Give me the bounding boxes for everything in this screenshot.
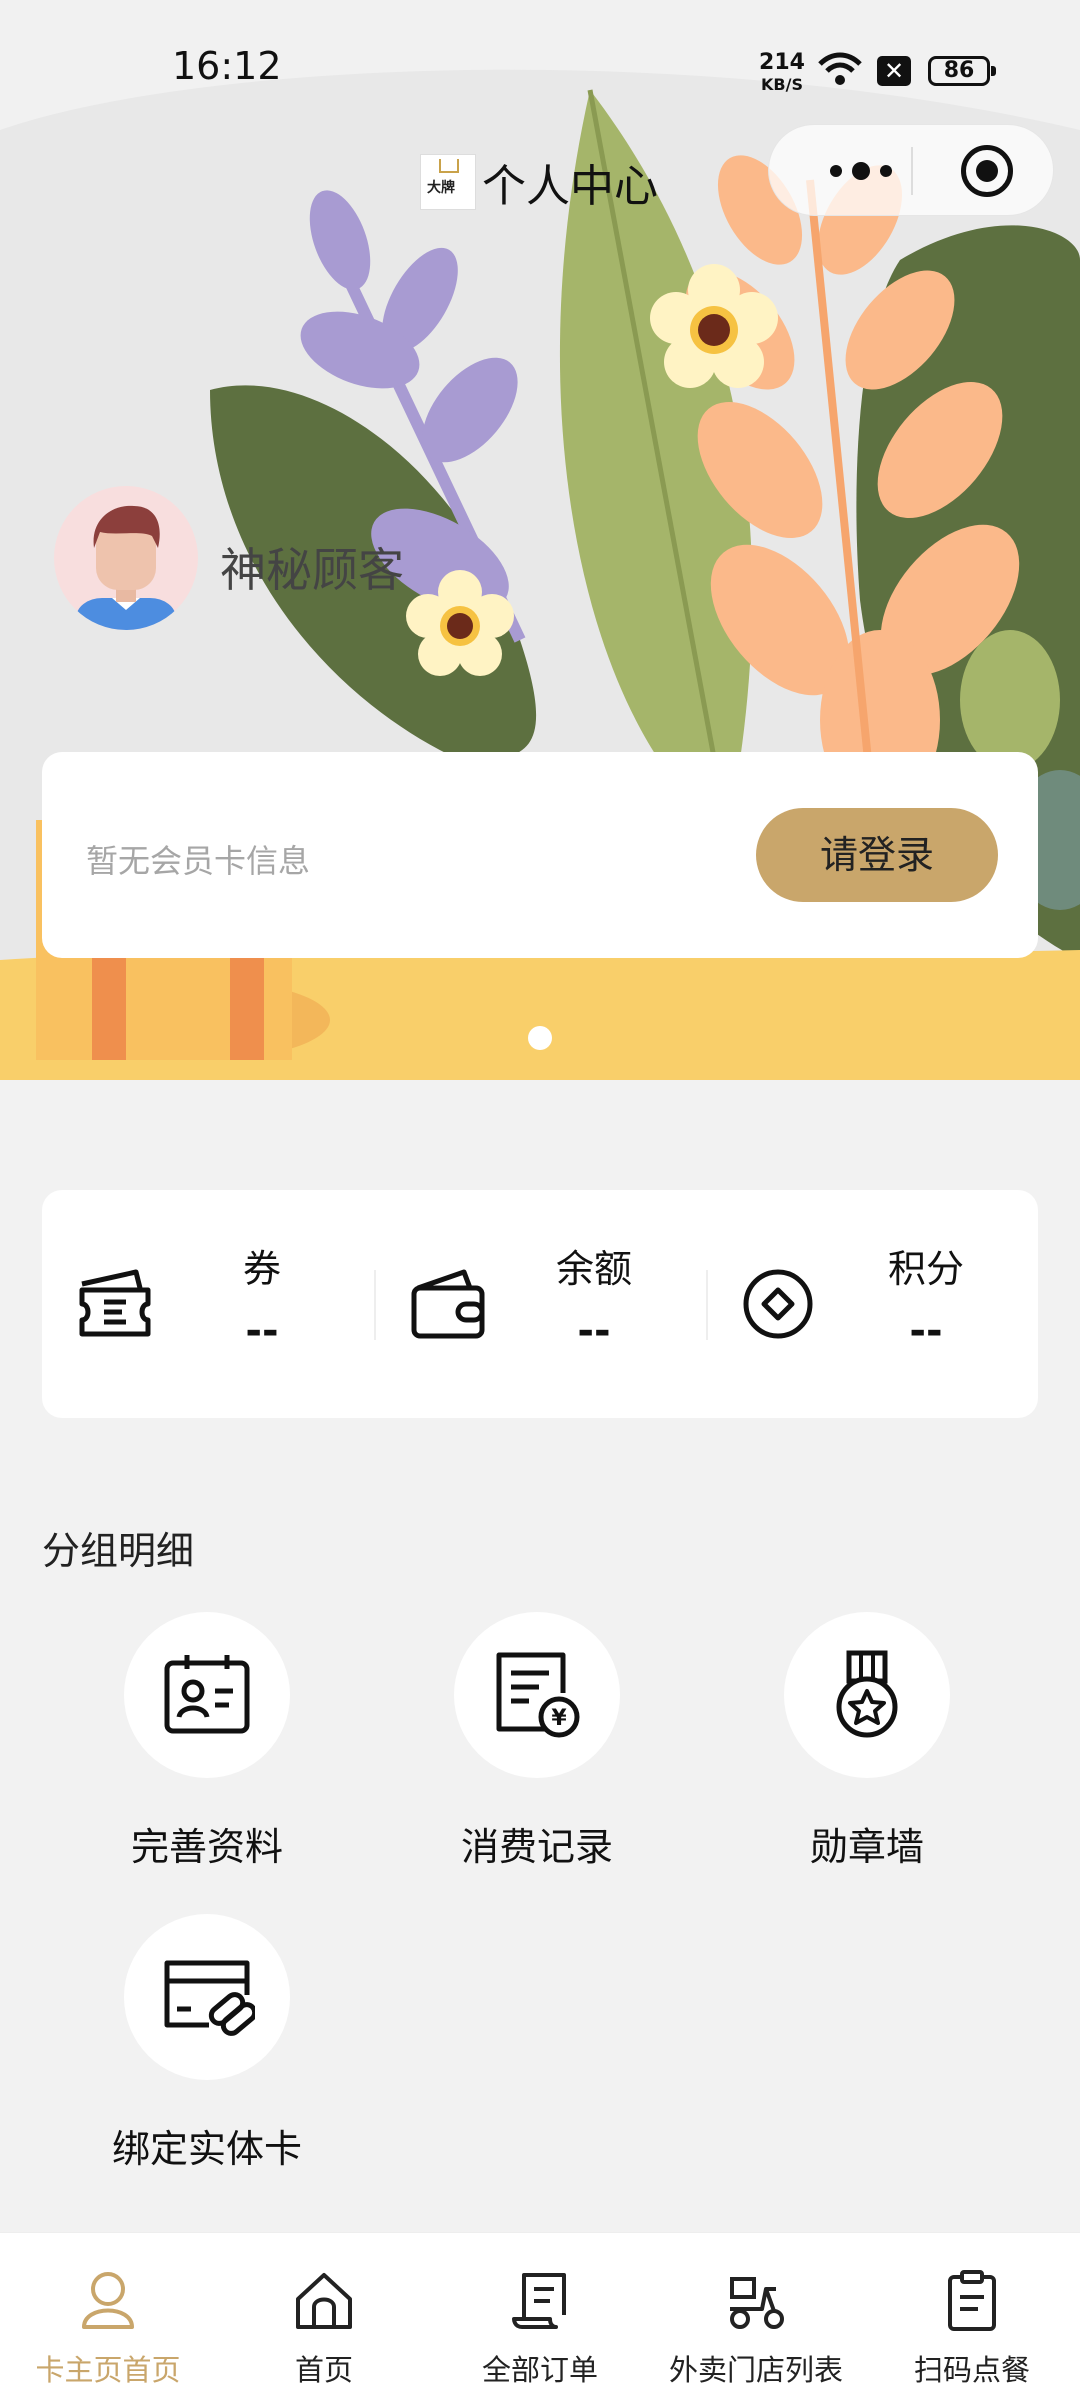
grid-item-label: 绑定实体卡 xyxy=(111,2127,302,2171)
tab-card-home[interactable]: 卡主页首页 xyxy=(0,2233,216,2400)
grid-item-bind-card[interactable]: 绑定实体卡 xyxy=(42,1914,372,2184)
delivery-icon xyxy=(730,2277,784,2329)
asset-label: 余额 xyxy=(555,1247,632,1291)
tab-label: 扫码点餐 xyxy=(913,2353,1030,2387)
miniprogram-capsule xyxy=(768,124,1054,216)
profile-card-icon xyxy=(164,1655,250,1734)
clipboard-icon xyxy=(948,2270,996,2331)
asset-points[interactable]: 积分 -- xyxy=(706,1190,1038,1418)
grid-icon-circle xyxy=(124,1612,290,1778)
carousel-indicator xyxy=(528,1026,552,1050)
asset-value: -- xyxy=(909,1308,943,1354)
tab-label: 首页 xyxy=(294,2353,353,2387)
asset-coupon[interactable]: 券 -- xyxy=(42,1190,374,1418)
tab-label: 外卖门店列表 xyxy=(668,2353,843,2387)
asset-value: -- xyxy=(245,1308,279,1354)
grid-item-consumption[interactable]: ¥ 消费记录 xyxy=(372,1612,702,1882)
avatar[interactable] xyxy=(54,486,198,630)
grid-item-label: 完善资料 xyxy=(130,1825,283,1869)
nickname: 神秘顾客 xyxy=(220,543,404,597)
assets-panel: 券 -- 余额 -- 积分 -- xyxy=(42,1190,1038,1418)
asset-label: 券 xyxy=(242,1247,281,1291)
grid-item-label: 消费记录 xyxy=(460,1825,613,1869)
status-time: 16:12 xyxy=(172,44,282,88)
no-sim-icon: ✕ xyxy=(877,56,911,86)
ticket-icon xyxy=(79,1269,151,1337)
more-menu-button[interactable] xyxy=(809,125,913,217)
tab-label: 卡主页首页 xyxy=(35,2353,181,2387)
grid-item-medals[interactable]: 勋章墙 xyxy=(702,1612,1032,1882)
tab-bar: 卡主页首页 首页 全部订单 外卖门店列表 扫码点餐 xyxy=(0,2232,1080,2400)
brand-logo: 大牌 xyxy=(420,154,476,210)
nav-title: 大牌 个人中心 xyxy=(420,152,658,212)
status-bar: 16:12 214 KB/S ✕ 86 xyxy=(0,0,1080,140)
svg-text:¥: ¥ xyxy=(551,1706,567,1731)
member-card-panel: 暂无会员卡信息 请登录 xyxy=(42,752,1038,958)
points-icon xyxy=(743,1269,813,1339)
order-icon xyxy=(512,2273,566,2329)
grid-item-label: 勋章墙 xyxy=(809,1825,924,1869)
login-button[interactable]: 请登录 xyxy=(756,808,998,902)
default-avatar-icon xyxy=(76,505,176,630)
grid-icon-circle: ¥ xyxy=(454,1612,620,1778)
tab-label: 全部订单 xyxy=(481,2353,598,2387)
member-card-empty-text: 暂无会员卡信息 xyxy=(86,842,311,880)
asset-label: 积分 xyxy=(887,1247,964,1291)
medal-icon xyxy=(836,1650,898,1738)
asset-balance[interactable]: 余额 -- xyxy=(374,1190,706,1418)
grid-item-profile[interactable]: 完善资料 xyxy=(42,1612,372,1882)
section-title: 分组明细 xyxy=(42,1529,195,1573)
grid-icon-circle xyxy=(124,1914,290,2080)
tab-delivery-stores[interactable]: 外卖门店列表 xyxy=(648,2233,864,2400)
wallet-icon xyxy=(411,1269,485,1339)
close-miniprogram-button[interactable] xyxy=(961,145,1013,197)
home-icon xyxy=(296,2273,352,2329)
page-title: 个人中心 xyxy=(482,161,658,212)
bind-card-icon xyxy=(164,1960,255,2036)
grid-icon-circle xyxy=(784,1612,950,1778)
network-speed: 214 KB/S xyxy=(759,50,805,95)
asset-value: -- xyxy=(577,1308,611,1354)
user-icon xyxy=(82,2272,134,2329)
tab-orders[interactable]: 全部订单 xyxy=(432,2233,648,2400)
capsule-divider xyxy=(911,147,913,195)
battery-icon: 86 xyxy=(928,56,996,86)
tab-home[interactable]: 首页 xyxy=(216,2233,432,2400)
receipt-icon: ¥ xyxy=(496,1652,580,1738)
wifi-icon xyxy=(818,52,862,85)
tab-scan-order[interactable]: 扫码点餐 xyxy=(864,2233,1080,2400)
